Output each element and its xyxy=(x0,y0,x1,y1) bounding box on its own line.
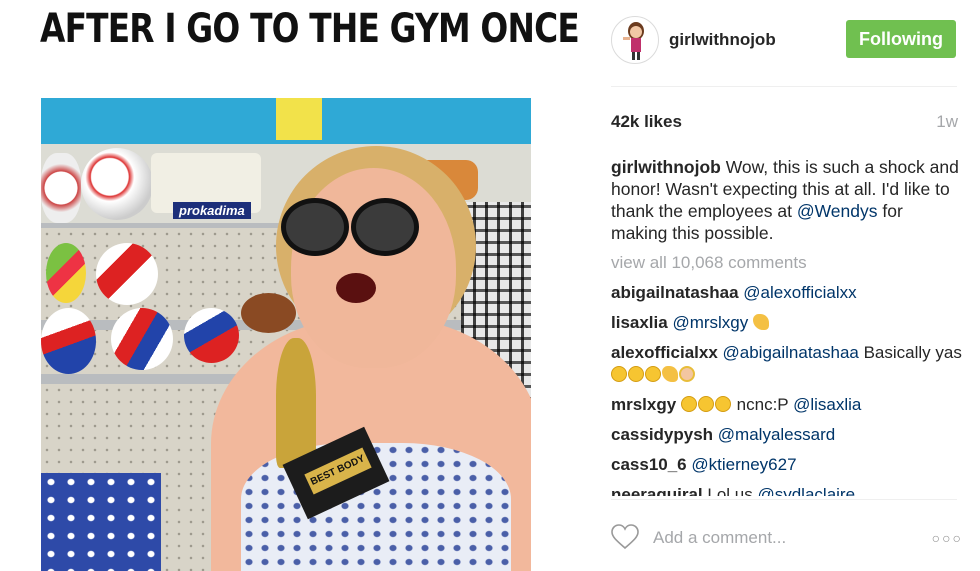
comment-user[interactable]: neeraguiral xyxy=(611,485,703,496)
laughing-emoji-icon xyxy=(714,396,731,412)
volleyball xyxy=(111,308,173,370)
comment-user[interactable]: mrslxgy xyxy=(611,395,676,414)
add-comment-input[interactable] xyxy=(653,528,903,548)
comment-user[interactable]: cassidypysh xyxy=(611,425,713,444)
post-photo[interactable]: prokadima prokadima BEST BODY xyxy=(41,98,531,571)
comment-mention[interactable]: @ktierney627 xyxy=(691,455,796,474)
divider xyxy=(611,499,957,500)
following-button[interactable]: Following xyxy=(846,20,956,58)
comment-text: Lol us xyxy=(702,485,758,496)
comment-mention[interactable]: @sydlaclaire xyxy=(757,485,855,496)
laughing-emoji-icon xyxy=(645,366,661,382)
ellipsis-icon[interactable]: ○○○ xyxy=(932,530,963,546)
divider xyxy=(611,86,957,87)
football xyxy=(241,293,296,333)
comment-mention[interactable]: @lisaxlia xyxy=(793,395,861,414)
brand-label: prokadima xyxy=(173,202,251,219)
comment: alexofficialxx @abigailnatashaa Basicall… xyxy=(611,342,963,386)
heart-icon[interactable] xyxy=(611,524,639,550)
comment-text: ncnc:P xyxy=(731,395,794,414)
laughing-emoji-icon xyxy=(697,396,714,412)
volleyball xyxy=(41,308,96,374)
comment: mrslxgy ncnc:P @lisaxlia xyxy=(611,394,963,416)
laughing-emoji-icon xyxy=(611,366,627,382)
comment-mention[interactable]: @alexofficialxx xyxy=(743,283,856,302)
comment-user[interactable]: lisaxlia xyxy=(611,313,668,332)
soccer-ball xyxy=(81,148,153,220)
post-time[interactable]: 1w xyxy=(936,112,958,132)
caption-mention[interactable]: @Wendys xyxy=(797,201,878,221)
caption-author[interactable]: girlwithnojob xyxy=(611,157,721,177)
flexed-biceps-emoji-icon xyxy=(662,366,678,382)
comment-user[interactable]: abigailnatashaa xyxy=(611,283,739,302)
add-comment-row: ○○○ xyxy=(611,520,963,556)
girl-emoji-icon xyxy=(679,366,695,382)
comment-user[interactable]: alexofficialxx xyxy=(611,343,718,362)
comment: lisaxlia @mrslxgy xyxy=(611,312,963,334)
comment-mention[interactable]: @abigailnatashaa xyxy=(723,343,859,362)
laughing-emoji-icon xyxy=(628,366,644,382)
soccer-ball xyxy=(41,153,81,223)
comment-user[interactable]: cass10_6 xyxy=(611,455,687,474)
shelf-top xyxy=(41,98,531,144)
star-boxes xyxy=(41,473,161,571)
comment: cass10_6 @ktierney627 xyxy=(611,454,963,476)
sunglasses-icon xyxy=(351,198,419,256)
volleyball xyxy=(96,243,158,305)
mouth xyxy=(336,273,376,303)
caption: girlwithnojob Wow, this is such a shock … xyxy=(611,156,963,244)
sunglasses-icon xyxy=(281,198,349,256)
comment: abigailnatashaa @alexofficialxx xyxy=(611,282,963,304)
trophy-icon xyxy=(276,338,316,468)
laughing-emoji-icon xyxy=(680,396,697,412)
comment-text: Basically yas xyxy=(858,343,962,362)
comment: neeraguiral Lol us @sydlaclaire xyxy=(611,484,963,496)
likes-count[interactable]: 42k likes xyxy=(611,112,682,132)
post-author[interactable]: girlwithnojob xyxy=(669,30,776,50)
avatar[interactable] xyxy=(611,16,659,64)
comment-mention[interactable]: @mrslxgy xyxy=(672,313,748,332)
meme-title: AFTER I GO TO THE GYM ONCE xyxy=(40,6,580,52)
volleyball xyxy=(184,308,239,363)
comment: cassidypysh @malyalessard xyxy=(611,424,963,446)
view-all-comments-link[interactable]: view all 10,068 comments xyxy=(611,253,807,273)
volleyball xyxy=(46,243,86,303)
post-panel: girlwithnojob Following 42k likes 1w gir… xyxy=(594,0,980,571)
comments-list: abigailnatashaa @alexofficialxx lisaxlia… xyxy=(611,282,963,496)
flexed-biceps-emoji-icon xyxy=(753,314,769,330)
comment-mention[interactable]: @malyalessard xyxy=(718,425,835,444)
